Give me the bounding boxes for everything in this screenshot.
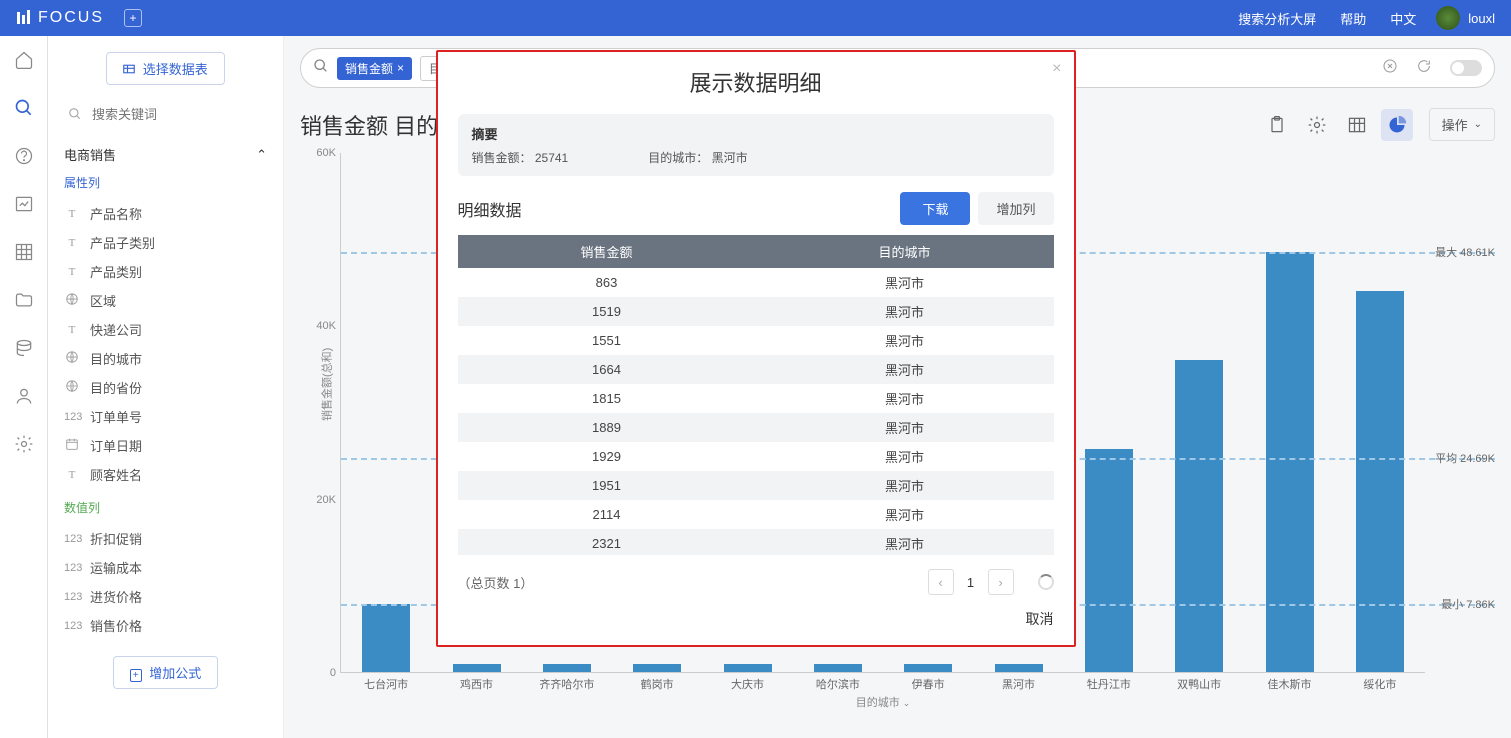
- table-row[interactable]: 1951黑河市: [458, 471, 1054, 500]
- detail-table: 销售金额目的城市 863黑河市1519黑河市1551黑河市1664黑河市1815…: [458, 235, 1054, 555]
- table-row[interactable]: 1551黑河市: [458, 326, 1054, 355]
- table-row[interactable]: 1664黑河市: [458, 355, 1054, 384]
- detail-modal: × 展示数据明细 摘要 销售金额： 25741 目的城市： 黑河市 明细数据 下…: [436, 50, 1076, 647]
- add-column-button[interactable]: 增加列: [978, 192, 1053, 225]
- modal-backdrop: × 展示数据明细 摘要 销售金额： 25741 目的城市： 黑河市 明细数据 下…: [0, 0, 1511, 738]
- table-row[interactable]: 2114黑河市: [458, 500, 1054, 529]
- table-row[interactable]: 1929黑河市: [458, 442, 1054, 471]
- summary-box: 摘要 销售金额： 25741 目的城市： 黑河市: [458, 114, 1054, 176]
- pager-prev-button[interactable]: ‹: [928, 569, 954, 595]
- summary-title: 摘要: [472, 124, 1040, 143]
- download-button[interactable]: 下载: [900, 192, 970, 225]
- modal-title: 展示数据明细: [458, 66, 1054, 98]
- loading-spinner-icon: [1038, 574, 1054, 590]
- table-header: 销售金额: [458, 235, 756, 268]
- table-row[interactable]: 1889黑河市: [458, 413, 1054, 442]
- cancel-button[interactable]: 取消: [1026, 609, 1054, 629]
- table-row[interactable]: 2321黑河市: [458, 529, 1054, 555]
- pager-next-button[interactable]: ›: [988, 569, 1014, 595]
- detail-title: 明细数据: [458, 197, 522, 221]
- total-pages: （总页数 1）: [458, 573, 534, 592]
- close-icon[interactable]: ×: [1052, 60, 1061, 78]
- table-row[interactable]: 863黑河市: [458, 268, 1054, 297]
- table-row[interactable]: 1519黑河市: [458, 297, 1054, 326]
- table-row[interactable]: 1815黑河市: [458, 384, 1054, 413]
- table-header: 目的城市: [756, 235, 1054, 268]
- pager-current: 1: [958, 575, 984, 590]
